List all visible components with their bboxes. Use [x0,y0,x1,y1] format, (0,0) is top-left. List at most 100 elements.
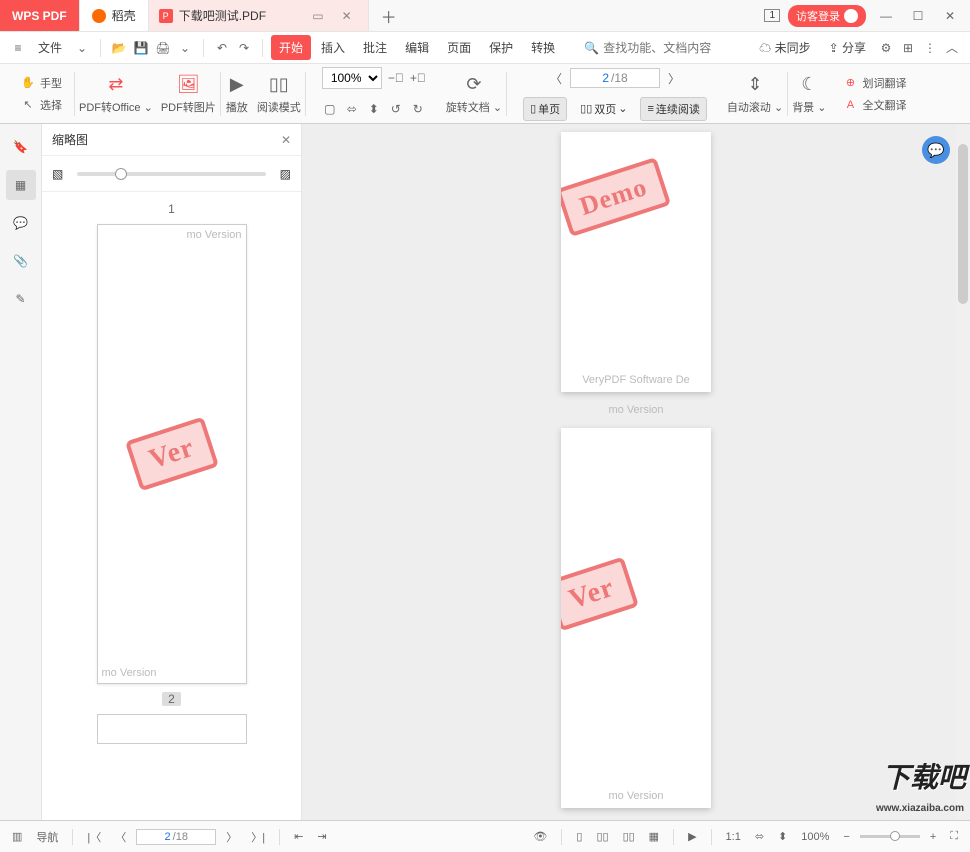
document-viewer[interactable]: Demo VeryPDF Software De mo Version Ver … [302,124,970,820]
sb-single-icon[interactable]: ▯ [572,828,586,845]
continuous-toggle[interactable]: ≡连续阅读 [640,97,706,121]
sb-prev-page-icon[interactable]: 〈 [111,827,130,847]
first-page-icon[interactable]: |〈 [83,827,105,847]
nav-toggle-icon[interactable]: ▥ [8,828,26,845]
sb-double-icon[interactable]: ▯▯ [619,828,639,845]
file-menu[interactable]: 文件 [30,35,70,60]
thumbnail-page-1[interactable]: mo Version Ver mo Version [97,224,247,684]
last-page-icon[interactable]: 〉| [247,827,269,847]
file-dropdown-icon[interactable]: ⌄ [72,38,92,58]
rotate-right-icon[interactable]: ↻ [410,101,426,117]
page-number-input[interactable]: 2/18 [570,68,660,88]
signature-rail-icon[interactable]: ✎ [6,284,36,314]
bookmark-rail-icon[interactable]: 🔖 [6,132,36,162]
rotate-left-icon[interactable]: ↺ [388,101,404,117]
thumbnail-list[interactable]: 1 mo Version Ver mo Version 2 [42,192,301,820]
sb-zoom-value[interactable]: 100% [797,829,833,845]
tab-close-icon[interactable]: ✕ [336,9,358,23]
close-button[interactable]: ✕ [938,9,962,23]
maximize-button[interactable]: ☐ [906,9,930,23]
unsync-button[interactable]: ☁ 未同步 [751,35,818,60]
sb-back-icon[interactable]: ⇤ [290,828,307,845]
scrollbar-thumb[interactable] [958,144,968,304]
tab-annotate[interactable]: 批注 [355,35,395,60]
nav-label[interactable]: 导航 [32,827,62,847]
sb-fullscreen-icon[interactable]: ⛶ [946,828,962,845]
login-button[interactable]: 访客登录 [788,5,866,27]
background-button[interactable]: ☾ 背景 ⌄ [788,71,830,117]
double-page-toggle[interactable]: ▯▯双页 ⌄ [573,97,634,121]
thumbnail-close-icon[interactable]: ✕ [281,133,291,147]
tab-edit[interactable]: 编辑 [397,35,437,60]
fit-actual-icon[interactable]: ▢ [322,101,338,117]
zoom-in-icon[interactable]: +⃝ [410,70,426,86]
pdf-to-office-button[interactable]: ⇄ PDF转Office ⌄ [75,71,157,117]
single-page-toggle[interactable]: ▯单页 [523,97,567,121]
zoom-select[interactable]: 100% [322,67,382,89]
redo-icon[interactable]: ↷ [234,38,254,58]
sb-eye-icon[interactable]: 👁 [529,828,551,845]
sb-zoom-slider[interactable] [860,835,920,838]
sb-zoom-out-icon[interactable]: − [839,829,853,845]
rotate-doc-button[interactable]: ⟳ 旋转文档 ⌄ [442,71,506,117]
tab-convert[interactable]: 转换 [523,35,563,60]
hand-tool[interactable]: ✋手型 [16,73,66,93]
undo-icon[interactable]: ↶ [212,38,232,58]
play-button[interactable]: ▶ 播放 [221,71,253,117]
sb-play-icon[interactable]: ▶ [684,828,700,845]
settings-icon[interactable]: ⚙ [876,38,896,58]
collapse-ribbon-icon[interactable]: ︿ [942,38,962,58]
tab-restore-icon[interactable]: ▭ [306,9,329,23]
fit-width-icon[interactable]: ⬄ [344,101,360,117]
prev-page-icon[interactable]: 〈 [548,70,564,86]
print-icon[interactable]: 🖨 [153,38,173,58]
save-icon[interactable]: 💾 [131,38,151,58]
tab-insert[interactable]: 插入 [313,35,353,60]
print-dropdown-icon[interactable]: ⌄ [175,38,195,58]
vertical-scrollbar[interactable] [956,124,970,820]
pdf-to-image-button[interactable]: 🖼 PDF转图片 [157,71,220,117]
sb-next-page-icon[interactable]: 〉 [222,827,241,847]
thumbnail-page-2[interactable] [97,714,247,744]
search-input[interactable] [603,41,743,55]
attachment-rail-icon[interactable]: 📎 [6,246,36,276]
minimize-button[interactable]: — [874,9,898,23]
zoom-out-icon[interactable]: −⃝ [388,70,404,86]
bookmark-nav-button[interactable]: ⇕ 自动滚动 ⌄ [723,71,787,117]
thumb-zoom-slider[interactable] [77,172,265,176]
full-translate-button[interactable]: A全文翻译 [838,95,910,115]
next-page-icon[interactable]: 〉 [666,70,682,86]
fit-page-icon[interactable]: ⬍ [366,101,382,117]
tab-start[interactable]: 开始 [271,35,311,60]
document-tab[interactable]: P 下载吧测试.PDF ▭ ✕ [149,0,369,31]
select-tool[interactable]: ↖选择 [16,95,66,115]
sb-fit-actual-icon[interactable]: 1:1 [722,829,745,845]
open-icon[interactable]: 📂 [109,38,129,58]
app-tab-wps[interactable]: WPS PDF [0,0,80,31]
new-tab-button[interactable]: ＋ [369,0,409,31]
more-icon[interactable]: ⋮ [920,38,940,58]
app-tab-doke[interactable]: 稻壳 [80,0,149,31]
read-mode-button[interactable]: ▯▯ 阅读模式 [253,71,305,117]
thumb-zoom-out-icon[interactable]: ▧ [52,167,63,181]
thumbnail-rail-icon[interactable]: ▦ [6,170,36,200]
search-box[interactable]: 🔍 [578,39,749,57]
sb-double-cont-icon[interactable]: ▦ [645,828,663,845]
sb-zoom-in-icon[interactable]: + [926,829,940,845]
sb-fit-width-icon[interactable]: ⬄ [751,828,768,845]
float-assistant-icon[interactable]: 💬 [922,136,950,164]
sb-forward-icon[interactable]: ⇥ [313,828,330,845]
sb-continuous-icon[interactable]: ▯▯ [592,828,612,845]
tab-protect[interactable]: 保护 [481,35,521,60]
comment-rail-icon[interactable]: 💬 [6,208,36,238]
slider-thumb[interactable] [115,168,127,180]
word-translate-button[interactable]: ⊕划词翻译 [838,73,910,93]
sb-zoom-slider-thumb[interactable] [890,831,900,841]
sb-fit-page-icon[interactable]: ⬍ [774,828,791,845]
menu-hamburger-icon[interactable]: ≡ [8,38,28,58]
sb-page-input[interactable]: 2/18 [136,829,216,845]
feedback-icon[interactable]: ⊞ [898,38,918,58]
thumb-zoom-in-icon[interactable]: ▨ [280,167,291,181]
tab-page[interactable]: 页面 [439,35,479,60]
window-indicator[interactable]: 1 [764,9,780,22]
